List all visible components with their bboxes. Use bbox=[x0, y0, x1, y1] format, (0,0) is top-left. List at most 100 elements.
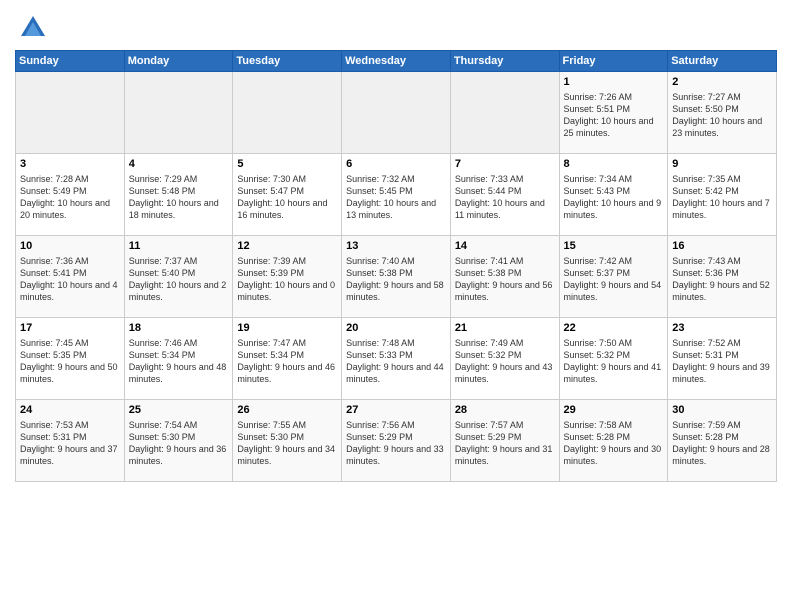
page-container: SundayMondayTuesdayWednesdayThursdayFrid… bbox=[0, 0, 792, 487]
day-number: 26 bbox=[237, 403, 337, 418]
day-number: 11 bbox=[129, 239, 229, 254]
day-info-line: Sunset: 5:38 PM bbox=[455, 267, 555, 279]
day-info-line: Sunset: 5:28 PM bbox=[564, 431, 664, 443]
weekday-wednesday: Wednesday bbox=[342, 51, 451, 72]
day-number: 15 bbox=[564, 239, 664, 254]
day-info-line: Sunset: 5:47 PM bbox=[237, 185, 337, 197]
weekday-monday: Monday bbox=[124, 51, 233, 72]
day-info-line: Sunrise: 7:28 AM bbox=[20, 173, 120, 185]
day-info-line: Daylight: 10 hours and 20 minutes. bbox=[20, 197, 120, 221]
calendar-cell: 2Sunrise: 7:27 AMSunset: 5:50 PMDaylight… bbox=[668, 72, 777, 154]
calendar-cell: 11Sunrise: 7:37 AMSunset: 5:40 PMDayligh… bbox=[124, 236, 233, 318]
logo bbox=[15, 14, 47, 42]
calendar-cell: 15Sunrise: 7:42 AMSunset: 5:37 PMDayligh… bbox=[559, 236, 668, 318]
calendar-cell: 5Sunrise: 7:30 AMSunset: 5:47 PMDaylight… bbox=[233, 154, 342, 236]
calendar-cell bbox=[16, 72, 125, 154]
day-info-line: Sunrise: 7:34 AM bbox=[564, 173, 664, 185]
day-info-line: Daylight: 10 hours and 9 minutes. bbox=[564, 197, 664, 221]
day-info-line: Sunset: 5:31 PM bbox=[672, 349, 772, 361]
day-info-line: Daylight: 10 hours and 13 minutes. bbox=[346, 197, 446, 221]
calendar-cell: 22Sunrise: 7:50 AMSunset: 5:32 PMDayligh… bbox=[559, 318, 668, 400]
day-number: 25 bbox=[129, 403, 229, 418]
day-info-line: Sunset: 5:35 PM bbox=[20, 349, 120, 361]
day-info-line: Daylight: 9 hours and 39 minutes. bbox=[672, 361, 772, 385]
day-info-line: Sunset: 5:37 PM bbox=[564, 267, 664, 279]
day-number: 5 bbox=[237, 157, 337, 172]
day-info-line: Daylight: 9 hours and 33 minutes. bbox=[346, 443, 446, 467]
calendar-cell bbox=[233, 72, 342, 154]
day-info-line: Sunset: 5:43 PM bbox=[564, 185, 664, 197]
day-number: 2 bbox=[672, 75, 772, 90]
weekday-thursday: Thursday bbox=[450, 51, 559, 72]
day-info-line: Sunset: 5:31 PM bbox=[20, 431, 120, 443]
day-info-line: Daylight: 9 hours and 37 minutes. bbox=[20, 443, 120, 467]
day-info-line: Sunset: 5:29 PM bbox=[346, 431, 446, 443]
day-number: 13 bbox=[346, 239, 446, 254]
calendar-cell: 10Sunrise: 7:36 AMSunset: 5:41 PMDayligh… bbox=[16, 236, 125, 318]
day-number: 10 bbox=[20, 239, 120, 254]
day-number: 12 bbox=[237, 239, 337, 254]
day-info-line: Sunset: 5:51 PM bbox=[564, 103, 664, 115]
calendar-cell: 1Sunrise: 7:26 AMSunset: 5:51 PMDaylight… bbox=[559, 72, 668, 154]
day-info-line: Sunrise: 7:45 AM bbox=[20, 337, 120, 349]
day-number: 29 bbox=[564, 403, 664, 418]
day-info-line: Sunset: 5:29 PM bbox=[455, 431, 555, 443]
calendar-week-4: 24Sunrise: 7:53 AMSunset: 5:31 PMDayligh… bbox=[16, 400, 777, 482]
weekday-sunday: Sunday bbox=[16, 51, 125, 72]
day-number: 27 bbox=[346, 403, 446, 418]
day-info-line: Sunrise: 7:57 AM bbox=[455, 419, 555, 431]
calendar-cell bbox=[450, 72, 559, 154]
calendar-table: SundayMondayTuesdayWednesdayThursdayFrid… bbox=[15, 50, 777, 482]
calendar-cell: 19Sunrise: 7:47 AMSunset: 5:34 PMDayligh… bbox=[233, 318, 342, 400]
day-number: 20 bbox=[346, 321, 446, 336]
day-info-line: Sunrise: 7:43 AM bbox=[672, 255, 772, 267]
day-info-line: Daylight: 9 hours and 31 minutes. bbox=[455, 443, 555, 467]
calendar-cell: 24Sunrise: 7:53 AMSunset: 5:31 PMDayligh… bbox=[16, 400, 125, 482]
day-number: 9 bbox=[672, 157, 772, 172]
day-info-line: Daylight: 9 hours and 28 minutes. bbox=[672, 443, 772, 467]
day-info-line: Sunrise: 7:26 AM bbox=[564, 91, 664, 103]
day-info-line: Sunrise: 7:30 AM bbox=[237, 173, 337, 185]
day-info-line: Daylight: 9 hours and 34 minutes. bbox=[237, 443, 337, 467]
day-info-line: Sunset: 5:32 PM bbox=[455, 349, 555, 361]
day-info-line: Sunrise: 7:54 AM bbox=[129, 419, 229, 431]
day-number: 6 bbox=[346, 157, 446, 172]
calendar-cell: 18Sunrise: 7:46 AMSunset: 5:34 PMDayligh… bbox=[124, 318, 233, 400]
day-info-line: Sunset: 5:49 PM bbox=[20, 185, 120, 197]
calendar-cell: 17Sunrise: 7:45 AMSunset: 5:35 PMDayligh… bbox=[16, 318, 125, 400]
calendar-cell: 20Sunrise: 7:48 AMSunset: 5:33 PMDayligh… bbox=[342, 318, 451, 400]
day-info-line: Sunrise: 7:33 AM bbox=[455, 173, 555, 185]
day-info-line: Sunrise: 7:59 AM bbox=[672, 419, 772, 431]
day-info-line: Daylight: 10 hours and 0 minutes. bbox=[237, 279, 337, 303]
day-info-line: Sunrise: 7:52 AM bbox=[672, 337, 772, 349]
day-number: 22 bbox=[564, 321, 664, 336]
day-info-line: Daylight: 10 hours and 2 minutes. bbox=[129, 279, 229, 303]
day-number: 1 bbox=[564, 75, 664, 90]
day-number: 18 bbox=[129, 321, 229, 336]
day-number: 30 bbox=[672, 403, 772, 418]
day-info-line: Sunset: 5:30 PM bbox=[129, 431, 229, 443]
day-info-line: Sunset: 5:42 PM bbox=[672, 185, 772, 197]
day-info-line: Sunset: 5:32 PM bbox=[564, 349, 664, 361]
day-info-line: Sunrise: 7:46 AM bbox=[129, 337, 229, 349]
day-info-line: Sunrise: 7:56 AM bbox=[346, 419, 446, 431]
day-number: 8 bbox=[564, 157, 664, 172]
calendar-cell: 21Sunrise: 7:49 AMSunset: 5:32 PMDayligh… bbox=[450, 318, 559, 400]
calendar-cell: 27Sunrise: 7:56 AMSunset: 5:29 PMDayligh… bbox=[342, 400, 451, 482]
day-number: 7 bbox=[455, 157, 555, 172]
calendar-cell: 3Sunrise: 7:28 AMSunset: 5:49 PMDaylight… bbox=[16, 154, 125, 236]
calendar-cell: 28Sunrise: 7:57 AMSunset: 5:29 PMDayligh… bbox=[450, 400, 559, 482]
day-info-line: Sunset: 5:48 PM bbox=[129, 185, 229, 197]
day-number: 23 bbox=[672, 321, 772, 336]
day-info-line: Sunset: 5:28 PM bbox=[672, 431, 772, 443]
day-info-line: Daylight: 9 hours and 41 minutes. bbox=[564, 361, 664, 385]
day-info-line: Daylight: 9 hours and 58 minutes. bbox=[346, 279, 446, 303]
day-info-line: Sunrise: 7:40 AM bbox=[346, 255, 446, 267]
day-info-line: Sunrise: 7:29 AM bbox=[129, 173, 229, 185]
calendar-week-1: 3Sunrise: 7:28 AMSunset: 5:49 PMDaylight… bbox=[16, 154, 777, 236]
calendar-cell: 6Sunrise: 7:32 AMSunset: 5:45 PMDaylight… bbox=[342, 154, 451, 236]
calendar-week-0: 1Sunrise: 7:26 AMSunset: 5:51 PMDaylight… bbox=[16, 72, 777, 154]
calendar-cell: 8Sunrise: 7:34 AMSunset: 5:43 PMDaylight… bbox=[559, 154, 668, 236]
day-info-line: Sunrise: 7:47 AM bbox=[237, 337, 337, 349]
day-info-line: Sunset: 5:39 PM bbox=[237, 267, 337, 279]
